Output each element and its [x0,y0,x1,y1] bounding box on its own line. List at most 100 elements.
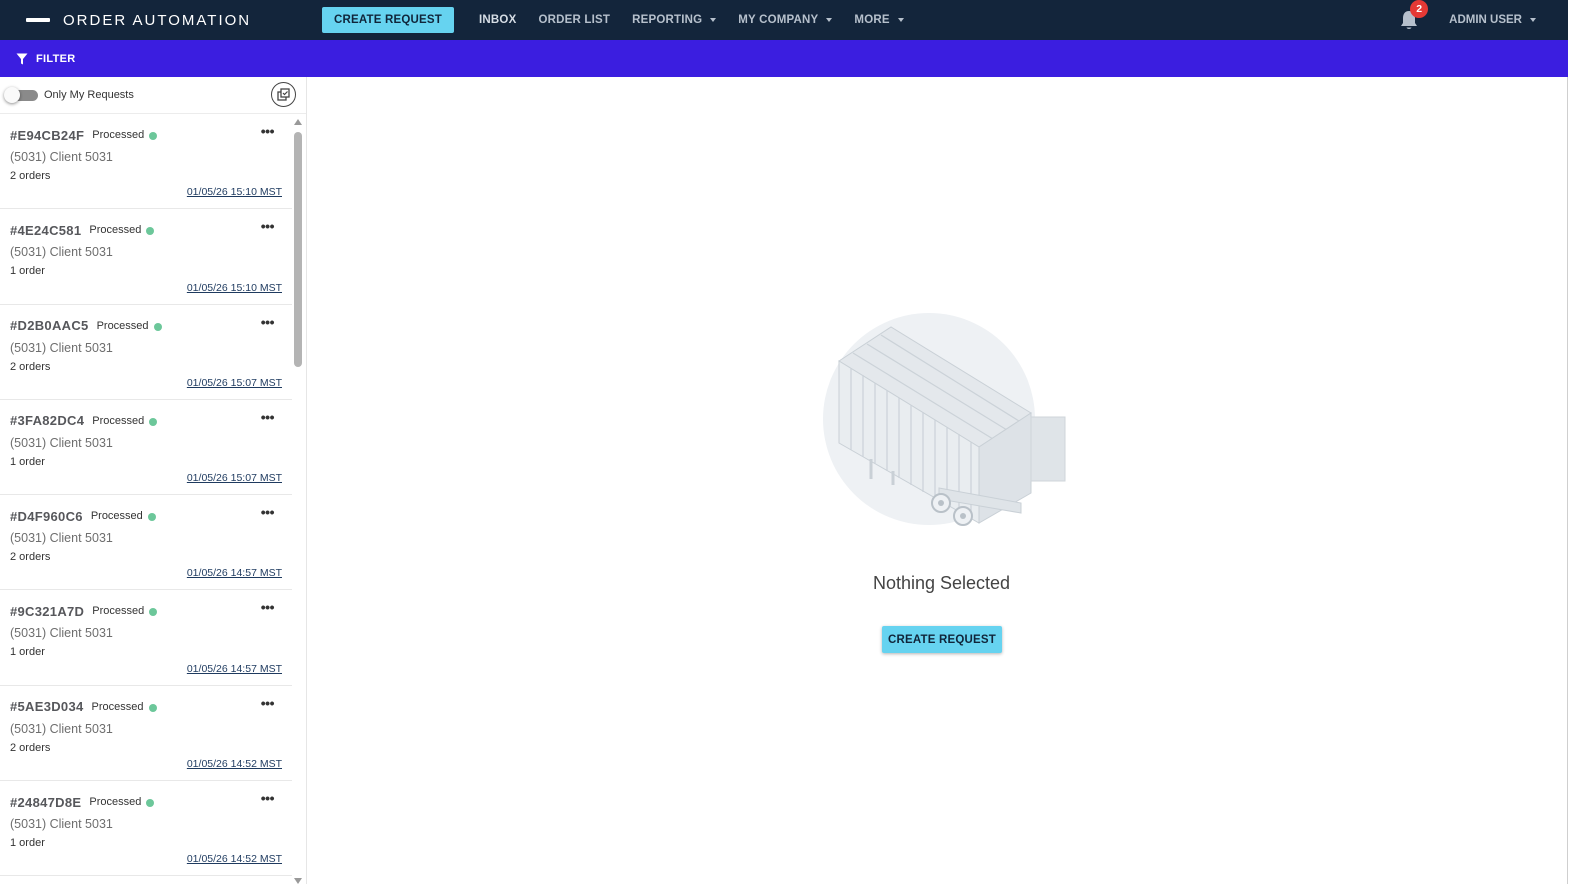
request-client: (5031) Client 5031 [10,817,113,832]
notification-count-badge: 2 [1410,0,1429,18]
request-id: #4E24C581 [10,222,82,238]
request-timestamp-link[interactable]: 01/05/26 15:07 MST [187,377,282,389]
request-timestamp-link[interactable]: 01/05/26 15:07 MST [187,472,282,484]
more-options-icon[interactable]: ••• [261,219,275,233]
request-timestamp-link[interactable]: 01/05/26 14:57 MST [187,567,282,579]
request-item[interactable]: #9C321A7D Processed ••• (5031) Client 503… [0,590,292,686]
nav-inbox[interactable]: INBOX [479,14,516,26]
status-dot-icon [149,608,158,617]
toggle-knob [4,87,20,103]
request-list: #E94CB24F Processed ••• (5031) Client 503… [0,114,292,884]
request-client: (5031) Client 5031 [10,721,113,736]
nav-more-label: MORE [854,14,890,26]
request-status: Processed [96,319,149,332]
nav-reporting[interactable]: REPORTING [632,14,717,26]
create-request-button[interactable]: CREATE REQUEST [322,7,455,33]
status-dot-icon [149,417,158,426]
request-id: #9C321A7D [10,603,85,619]
request-timestamp-link[interactable]: 01/05/26 14:52 MST [187,853,282,865]
request-timestamp-link[interactable]: 01/05/26 14:52 MST [187,758,282,770]
request-id: #3FA82DC4 [10,413,85,429]
request-client: (5031) Client 5031 [10,435,113,450]
filter-label: FILTER [36,52,76,65]
more-options-icon[interactable]: ••• [261,696,275,710]
request-client: (5031) Client 5031 [10,150,113,164]
bulk-select-button[interactable] [271,82,296,107]
request-order-count: 1 order [10,646,45,659]
truck-trailer-icon [823,313,1066,526]
request-status: Processed [92,414,145,427]
window-right-border [1567,77,1568,884]
nav-my-company-label: MY COMPANY [738,14,819,26]
request-order-count: 1 order [10,837,45,850]
request-list-panel: Only My Requests #E94CB24F Processed ••• … [0,77,307,884]
request-timestamp-link[interactable]: 01/05/26 15:10 MST [187,282,282,294]
status-dot-icon [146,799,155,808]
user-menu[interactable]: ADMIN USER [1449,14,1536,26]
more-options-icon[interactable]: ••• [261,124,275,138]
chevron-down-icon [1530,18,1536,22]
request-status: Processed [92,129,145,141]
request-timestamp-link[interactable]: 01/05/26 14:57 MST [187,663,282,675]
more-options-icon[interactable]: ••• [261,410,275,424]
request-client: (5031) Client 5031 [10,245,113,260]
status-dot-icon [153,322,162,331]
request-id: #24847D8E [10,794,82,810]
request-item[interactable]: #24847D8E Processed ••• (5031) Client 503… [0,781,292,877]
request-item[interactable]: #4E24C581 Processed ••• (5031) Client 503… [0,209,292,305]
notifications-button[interactable]: 2 [1399,0,1429,31]
only-my-requests-toggle[interactable] [4,87,40,103]
nav-right-group: 2 ADMIN USER [1399,0,1536,40]
chevron-down-icon [826,18,833,22]
nav-my-company[interactable]: MY COMPANY [738,14,833,26]
request-client: (5031) Client 5031 [10,626,113,641]
request-id: #5AE3D034 [10,699,84,715]
request-item[interactable]: #5AE3D034 Processed ••• (5031) Client 503… [0,686,292,782]
status-dot-icon [148,703,157,712]
status-dot-icon [146,227,155,236]
request-order-count: 2 orders [10,360,51,373]
nav-inbox-label: INBOX [479,14,517,26]
filter-bar[interactable]: FILTER [0,40,1568,77]
request-client: (5031) Client 5031 [10,531,113,546]
nav-order-list[interactable]: ORDER LIST [538,14,610,26]
request-client: (5031) Client 5031 [10,340,113,355]
request-item[interactable]: #D2B0AAC5 Processed ••• (5031) Client 503… [0,305,292,400]
more-options-icon[interactable]: ••• [261,791,275,805]
empty-state-message: Nothing Selected [872,573,1011,593]
request-order-count: 1 order [10,455,45,468]
request-timestamp-link[interactable]: 01/05/26 15:10 MST [187,186,282,198]
more-options-icon[interactable]: ••• [261,315,275,329]
chevron-down-icon [897,18,904,22]
status-dot-icon [147,513,156,522]
request-status: Processed [89,224,142,237]
scroll-up-arrow-icon[interactable] [294,119,302,125]
main-nav: INBOX ORDER LIST REPORTING MY COMPANY MO… [468,14,915,26]
nav-reporting-label: REPORTING [632,14,703,26]
request-order-count: 2 orders [10,741,51,754]
create-request-button-main[interactable]: CREATE REQUEST [882,626,1002,653]
request-id: #E94CB24F [10,127,85,143]
nav-order-list-label: ORDER LIST [538,14,611,26]
request-list-scrollbar[interactable] [293,114,303,884]
request-item[interactable]: #D4F960C6 Processed ••• (5031) Client 503… [0,495,292,591]
app-logo[interactable]: ORDER AUTOMATION [26,12,322,29]
status-dot-icon [149,132,158,140]
scroll-down-arrow-icon[interactable] [294,878,302,884]
request-order-count: 2 orders [10,170,51,182]
request-order-count: 1 order [10,265,45,278]
more-options-icon[interactable]: ••• [261,600,275,614]
only-my-requests-label: Only My Requests [44,89,134,101]
nav-more[interactable]: MORE [854,14,904,26]
more-options-icon[interactable]: ••• [261,505,275,519]
app-title: ORDER AUTOMATION [63,11,252,29]
request-item[interactable]: #3FA82DC4 Processed ••• (5031) Client 503… [0,400,292,496]
request-status: Processed [89,796,142,809]
top-navbar: ORDER AUTOMATION CREATE REQUEST INBOX OR… [0,0,1568,40]
scroll-thumb[interactable] [294,132,302,367]
request-order-count: 2 orders [10,551,51,564]
request-item[interactable]: #E94CB24F Processed ••• (5031) Client 503… [0,114,292,210]
request-list-header: Only My Requests [0,77,306,114]
request-status: Processed [91,700,144,713]
request-status: Processed [92,605,145,618]
